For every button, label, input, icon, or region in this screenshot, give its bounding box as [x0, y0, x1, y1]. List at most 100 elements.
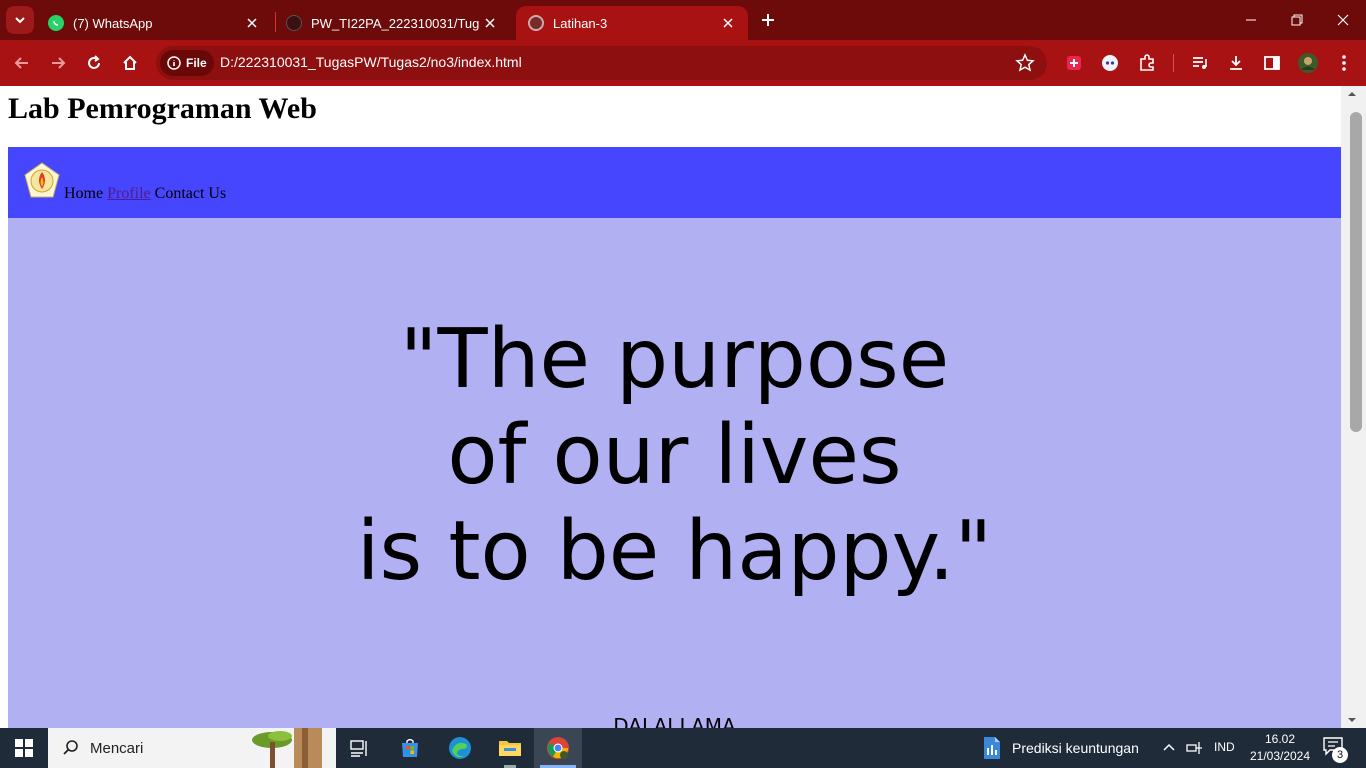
toolbar-divider [1173, 54, 1174, 72]
close-tab-icon[interactable] [480, 13, 500, 33]
clock-date: 21/03/2024 [1249, 749, 1311, 763]
browser-toolbar: File D:/222310031_TugasPW/Tugas2/no3/ind… [0, 40, 1366, 86]
more-vertical-icon [1342, 55, 1346, 71]
tree-illustration-icon [252, 728, 322, 768]
chevron-up-icon[interactable] [1162, 738, 1176, 756]
restore-icon [1291, 14, 1303, 26]
university-logo-icon [24, 162, 60, 198]
scroll-thumb[interactable] [1350, 112, 1362, 432]
windows-logo-icon [15, 739, 33, 757]
tray-document-item[interactable]: Prediksi keuntungan [982, 728, 1139, 768]
edge-button[interactable] [436, 728, 484, 768]
windows-taskbar: Mencari Prediksi keuntungan IND 16.02 21… [0, 728, 1366, 768]
download-icon [1230, 56, 1242, 70]
notification-badge: 3 [1332, 747, 1348, 763]
nav-home-link[interactable]: Home [64, 185, 103, 202]
minimize-icon [1246, 19, 1256, 21]
site-info-chip[interactable]: File [160, 50, 214, 76]
tab-title: (7) WhatsApp [73, 15, 153, 31]
avatar-icon [1298, 53, 1318, 73]
puzzle-icon [1140, 54, 1154, 71]
folder-icon [499, 741, 521, 756]
extension-red-icon [1067, 56, 1081, 70]
new-tab-button[interactable] [756, 8, 780, 32]
tab-search-button[interactable] [6, 6, 34, 34]
restore-button[interactable] [1274, 0, 1320, 40]
chrome-button[interactable] [534, 728, 582, 768]
quote-line: is to be happy." [356, 504, 993, 599]
tab-title: PW_TI22PA_222310031/Tugas 2 [311, 15, 480, 31]
start-button[interactable] [0, 728, 48, 768]
quote-section: "The purpose of our lives is to be happy… [8, 218, 1341, 728]
media-control-button[interactable] [1186, 49, 1214, 77]
nav-profile-link[interactable]: Profile [107, 185, 151, 202]
task-view-button[interactable] [336, 728, 384, 768]
taskbar-search-box[interactable]: Mencari [48, 728, 336, 768]
microsoft-store-button[interactable] [386, 728, 434, 768]
close-tab-icon[interactable] [242, 13, 262, 33]
extensions-button[interactable] [1133, 49, 1161, 77]
close-tab-icon[interactable] [718, 13, 738, 33]
quote-line: of our lives [447, 408, 902, 503]
tray-app-label: Prediksi keuntungan [1012, 740, 1139, 756]
address-bar[interactable]: File D:/222310031_TugasPW/Tugas2/no3/ind… [156, 46, 1047, 80]
navbar: Home Profile Contact Us [8, 147, 1341, 218]
reload-icon [88, 55, 100, 69]
menu-button[interactable] [1330, 49, 1358, 77]
edge-icon [449, 737, 471, 759]
extension-red-button[interactable] [1060, 49, 1088, 77]
search-placeholder: Mencari [90, 739, 144, 757]
page-heading: Lab Pemrograman Web [8, 92, 317, 125]
extension-bot-button[interactable] [1096, 49, 1124, 77]
tab-latihan-3[interactable]: Latihan-3 [516, 6, 748, 40]
close-icon [1337, 14, 1349, 26]
info-icon [167, 56, 181, 70]
reload-button[interactable] [80, 49, 108, 77]
chrome-icon [547, 737, 569, 759]
tab-title: Latihan-3 [553, 15, 608, 31]
back-button[interactable] [8, 49, 36, 77]
system-clock[interactable]: 16.02 21/03/2024 [1244, 731, 1316, 765]
tab-github[interactable]: PW_TI22PA_222310031/Tugas 2 [274, 6, 510, 40]
page-scrollbar[interactable] [1341, 86, 1366, 728]
clock-time: 16.02 [1264, 732, 1296, 746]
page-viewport: Lab Pemrograman Web Home Profile Contact… [0, 86, 1341, 728]
whatsapp-icon [48, 15, 64, 31]
plus-icon [762, 14, 774, 26]
arrow-left-icon [14, 57, 28, 69]
document-icon [984, 737, 1000, 759]
nav-contact-link[interactable]: Contact Us [155, 185, 227, 202]
bot-icon [1102, 55, 1118, 71]
tab-whatsapp[interactable]: (7) WhatsApp [36, 6, 272, 40]
quote-line: "The purpose [399, 312, 950, 407]
scroll-up-arrow-icon[interactable] [1347, 90, 1357, 98]
quote-author: DALAI LAMA [613, 714, 736, 728]
file-explorer-button[interactable] [486, 728, 534, 768]
tab-strip: (7) WhatsApp PW_TI22PA_222310031/Tugas 2… [0, 0, 1366, 40]
profile-avatar-button[interactable] [1294, 49, 1322, 77]
store-icon [402, 738, 418, 757]
bookmark-star-icon[interactable] [1015, 53, 1035, 73]
chevron-down-icon [15, 17, 25, 24]
side-panel-button[interactable] [1258, 49, 1286, 77]
minimize-button[interactable] [1228, 0, 1274, 40]
home-icon [123, 55, 137, 70]
close-window-button[interactable] [1320, 0, 1366, 40]
search-icon [63, 740, 78, 755]
network-icon[interactable] [1186, 738, 1204, 756]
github-icon [286, 15, 302, 31]
forward-button[interactable] [44, 49, 72, 77]
side-panel-icon [1264, 56, 1280, 70]
nav-links: Home Profile Contact Us [64, 185, 226, 203]
site-chip-label: File [186, 56, 207, 70]
playlist-icon [1193, 57, 1207, 69]
url-text[interactable]: D:/222310031_TugasPW/Tugas2/no3/index.ht… [220, 54, 522, 70]
scroll-down-arrow-icon[interactable] [1347, 716, 1357, 724]
quote-text: "The purpose of our lives is to be happy… [8, 312, 1341, 600]
downloads-button[interactable] [1222, 49, 1250, 77]
globe-icon [528, 15, 544, 31]
home-button[interactable] [116, 49, 144, 77]
arrow-right-icon [52, 57, 66, 69]
language-indicator[interactable]: IND [1214, 740, 1235, 754]
task-view-icon [350, 740, 367, 757]
